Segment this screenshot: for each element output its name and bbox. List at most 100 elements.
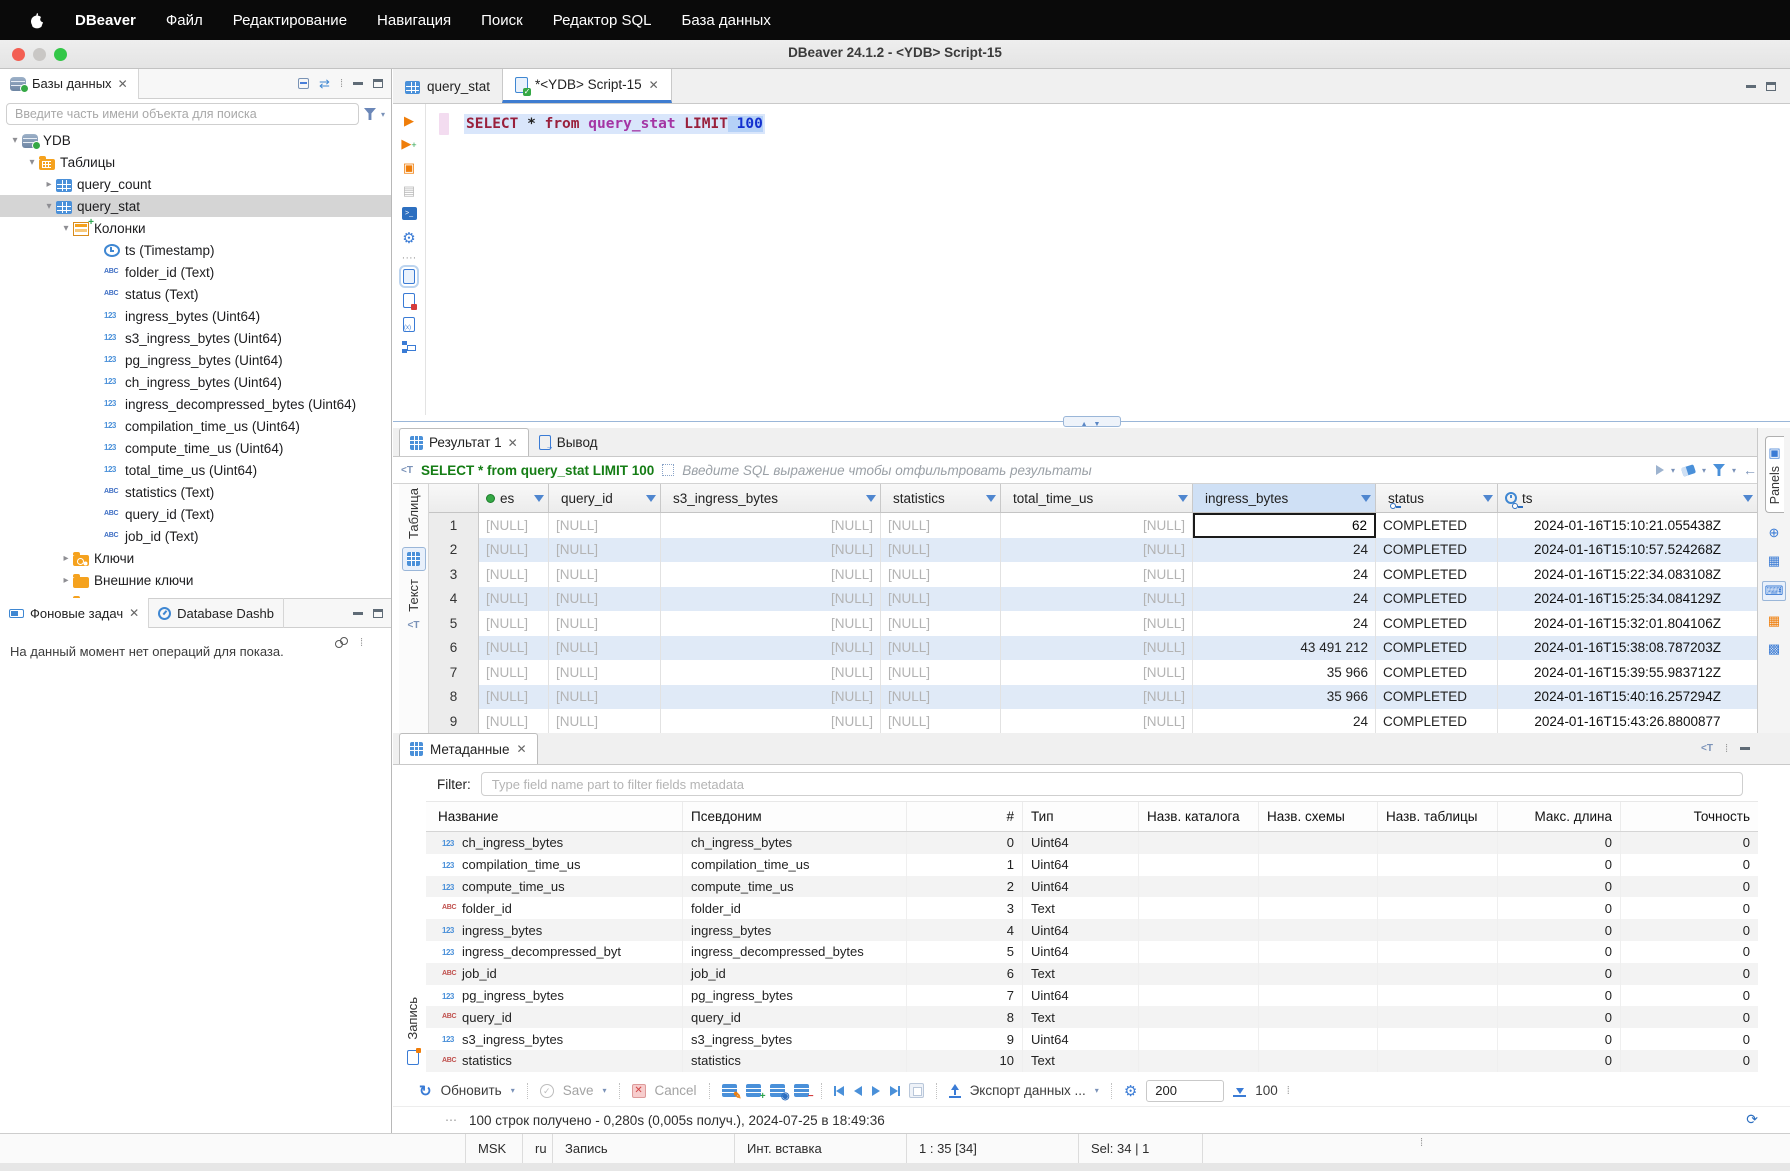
aggregate-icon[interactable]: ▩ — [1768, 641, 1780, 657]
cell-query-id[interactable]: [NULL] — [549, 513, 661, 538]
splitter-handle[interactable]: ▲ ▼ — [1063, 416, 1121, 427]
field-precision-cell[interactable]: 0 — [1621, 1050, 1758, 1072]
cell-statistics[interactable]: [NULL] — [881, 562, 1001, 587]
duplicate-row-icon[interactable]: ◉ — [770, 1084, 785, 1097]
field-type-cell[interactable]: Text — [1023, 1006, 1139, 1028]
layout-icon[interactable]: ▦ — [1768, 553, 1780, 569]
column-header[interactable]: es — [479, 484, 549, 512]
field-type-cell[interactable]: Text — [1023, 897, 1139, 919]
column-filter-icon[interactable] — [986, 495, 996, 502]
field-name-cell[interactable]: compute_time_us — [426, 876, 683, 898]
field-maxlen-cell[interactable]: 0 — [1498, 876, 1621, 898]
row-number-cell[interactable]: 4 — [429, 587, 479, 612]
field-number-cell[interactable]: 2 — [907, 876, 1023, 898]
view-menu-icon[interactable]: ⁞ — [360, 641, 363, 645]
minimize-view-icon[interactable] — [1746, 85, 1756, 88]
field-number-cell[interactable]: 1 — [907, 854, 1023, 876]
insert-mode-indicator[interactable]: Инт. вставка — [734, 1134, 906, 1163]
column-header[interactable]: ts — [1498, 484, 1758, 512]
field-number-cell[interactable]: 7 — [907, 985, 1023, 1007]
tree-item[interactable]: ▾ Таблицы — [0, 151, 391, 173]
script-variables-icon[interactable] — [403, 317, 415, 332]
cell-total-time-us[interactable]: [NULL] — [1001, 538, 1193, 563]
delete-row-icon[interactable]: − — [794, 1084, 809, 1097]
tree-item[interactable]: s3_ingress_bytes (Uint64) — [0, 327, 391, 349]
tree-expander-icon[interactable]: ▸ — [59, 553, 73, 564]
cell-total-time-us[interactable]: [NULL] — [1001, 513, 1193, 538]
field-alias-cell[interactable]: compute_time_us — [683, 876, 907, 898]
cell-ts[interactable]: 2024-01-16T15:39:55.983712Z — [1498, 660, 1758, 685]
save-icon[interactable]: ✓ — [540, 1084, 554, 1098]
metadata-row[interactable]: pg_ingress_bytes pg_ingress_bytes 7 Uint… — [426, 985, 1758, 1007]
field-catalog-cell[interactable] — [1139, 963, 1259, 985]
column-header[interactable]: total_time_us — [1001, 484, 1193, 512]
cell-statistics[interactable]: [NULL] — [881, 538, 1001, 563]
col-catalog[interactable]: Назв. каталога — [1139, 802, 1259, 831]
close-icon[interactable]: ✕ — [118, 77, 128, 91]
cell-es[interactable]: [NULL] — [479, 513, 549, 538]
cell-ts[interactable]: 2024-01-16T15:22:34.083108Z — [1498, 562, 1758, 587]
col-type[interactable]: Тип — [1023, 802, 1139, 831]
column-filter-icon[interactable] — [646, 495, 656, 502]
expand-filter-icon[interactable] — [662, 464, 674, 476]
cell-s3-ingress-bytes[interactable]: [NULL] — [661, 709, 881, 733]
metadata-row[interactable]: query_id query_id 8 Text 0 0 — [426, 1006, 1758, 1028]
cell-ingress-bytes[interactable]: 24 — [1193, 709, 1376, 733]
field-name-cell[interactable]: s3_ingress_bytes — [426, 1028, 683, 1050]
menubar-item[interactable]: Навигация — [377, 12, 451, 29]
tab-databases[interactable]: Базы данных ✕ — [0, 69, 139, 99]
metadata-row[interactable]: folder_id folder_id 3 Text 0 0 — [426, 897, 1758, 919]
field-name-cell[interactable]: query_id — [426, 1006, 683, 1028]
cell-statistics[interactable]: [NULL] — [881, 513, 1001, 538]
chevron-down-icon[interactable]: ▾ — [381, 110, 385, 119]
sql-statement[interactable]: SELECT * from query_stat LIMIT 100 — [464, 114, 765, 134]
tree-item[interactable]: ch_ingress_bytes (Uint64) — [0, 371, 391, 393]
tree-item[interactable]: status (Text) — [0, 283, 391, 305]
field-number-cell[interactable]: 3 — [907, 897, 1023, 919]
column-header[interactable]: s3_ingress_bytes — [661, 484, 881, 512]
row-number-header[interactable] — [429, 484, 479, 512]
field-type-cell[interactable]: Text — [1023, 963, 1139, 985]
column-header[interactable]: ingress_bytes — [1193, 484, 1376, 512]
col-precision[interactable]: Точность — [1621, 802, 1758, 831]
metadata-row[interactable]: ch_ingress_bytes ch_ingress_bytes 0 Uint… — [426, 832, 1758, 854]
tree-item[interactable]: total_time_us (Uint64) — [0, 459, 391, 481]
tab-database-dashboard[interactable]: Database Dashb — [149, 598, 284, 628]
field-precision-cell[interactable]: 0 — [1621, 941, 1758, 963]
field-precision-cell[interactable]: 0 — [1621, 832, 1758, 854]
field-schema-cell[interactable] — [1259, 1028, 1378, 1050]
tree-item[interactable]: ▾ Колонки — [0, 217, 391, 239]
tree-expander-icon[interactable]: ▾ — [42, 201, 56, 212]
field-alias-cell[interactable]: statistics — [683, 1050, 907, 1072]
cell-s3-ingress-bytes[interactable]: [NULL] — [661, 562, 881, 587]
cell-es[interactable]: [NULL] — [479, 685, 549, 710]
field-table-cell[interactable] — [1378, 1006, 1498, 1028]
menu-app-name[interactable]: DBeaver — [75, 12, 136, 29]
field-alias-cell[interactable]: ch_ingress_bytes — [683, 832, 907, 854]
execute-new-tab-icon[interactable]: ▶+ — [401, 137, 416, 152]
tree-item[interactable]: ingress_decompressed_bytes (Uint64) — [0, 393, 391, 415]
field-type-cell[interactable]: Uint64 — [1023, 854, 1139, 876]
next-row-icon[interactable] — [872, 1086, 880, 1096]
fetch-all-icon[interactable] — [1233, 1084, 1246, 1097]
cell-ts[interactable]: 2024-01-16T15:38:08.787203Z — [1498, 636, 1758, 661]
cell-status[interactable]: COMPLETED — [1376, 513, 1498, 538]
col-maxlen[interactable]: Макс. длина — [1498, 802, 1621, 831]
cell-ts[interactable]: 2024-01-16T15:32:01.804106Z — [1498, 611, 1758, 636]
cancel-button[interactable]: Cancel — [655, 1083, 697, 1098]
tree-item[interactable]: ingress_bytes (Uint64) — [0, 305, 391, 327]
outline-icon[interactable] — [402, 341, 416, 353]
table-row[interactable]: 4 [NULL] [NULL] [NULL] [NULL] [NULL] 24 … — [429, 587, 1758, 612]
field-type-cell[interactable]: Uint64 — [1023, 985, 1139, 1007]
field-table-cell[interactable] — [1378, 985, 1498, 1007]
col-schema[interactable]: Назв. схемы — [1259, 802, 1378, 831]
field-maxlen-cell[interactable]: 0 — [1498, 985, 1621, 1007]
timezone-indicator[interactable]: MSK — [465, 1134, 522, 1163]
export-button[interactable]: Экспорт данных ... — [970, 1083, 1086, 1098]
cell-query-id[interactable]: [NULL] — [549, 660, 661, 685]
close-icon[interactable]: ✕ — [508, 436, 518, 450]
column-filter-icon[interactable] — [1178, 495, 1188, 502]
field-number-cell[interactable]: 9 — [907, 1028, 1023, 1050]
row-number-cell[interactable]: 7 — [429, 660, 479, 685]
chevron-down-icon[interactable]: ▾ — [511, 1086, 515, 1095]
